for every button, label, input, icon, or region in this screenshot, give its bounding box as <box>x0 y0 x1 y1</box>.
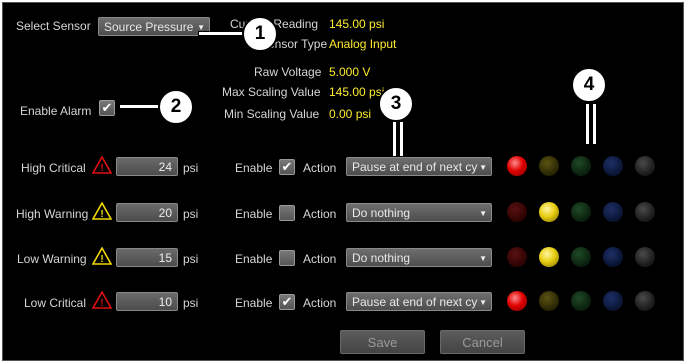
status-led <box>571 156 591 176</box>
enable-label: Enable <box>235 161 273 175</box>
threshold-input[interactable]: 24 <box>116 157 178 176</box>
action-label: Action <box>303 161 337 175</box>
enable-label: Enable <box>235 207 273 221</box>
status-led <box>539 202 559 222</box>
max-scaling-value: 145.00 psi <box>329 85 385 99</box>
enable-label: Enable <box>235 252 273 266</box>
raw-voltage-label: Raw Voltage <box>254 65 322 79</box>
enable-checkbox[interactable] <box>279 205 295 221</box>
sensor-type-value: Analog Input <box>329 37 397 51</box>
status-led <box>571 247 591 267</box>
row-label: High Critical <box>21 161 86 175</box>
status-led <box>539 156 559 176</box>
action-select-value: Pause at end of next cy <box>352 160 478 174</box>
action-select[interactable]: Do nothing ▼ <box>346 248 492 267</box>
unit-label: psi <box>183 207 199 221</box>
status-led <box>571 291 591 311</box>
action-label: Action <box>303 252 337 266</box>
status-led <box>603 156 623 176</box>
raw-voltage-value: 5.000 V <box>329 65 371 79</box>
action-label: Action <box>303 207 337 221</box>
sensor-select-value: Source Pressure <box>104 20 194 34</box>
callout-pointer <box>392 121 397 157</box>
callout-3: 3 <box>378 86 414 122</box>
status-led <box>635 156 655 176</box>
sensor-select[interactable]: Source Pressure ▼ <box>98 17 210 36</box>
callout-4: 4 <box>571 67 607 103</box>
status-led <box>635 247 655 267</box>
chevron-down-icon: ▼ <box>479 254 487 263</box>
checkmark-icon: ✔ <box>281 159 293 174</box>
status-led <box>603 291 623 311</box>
enable-checkbox[interactable]: ✔ <box>279 294 295 310</box>
current-reading-value: 145.00 psi <box>329 17 385 31</box>
action-label: Action <box>303 296 337 310</box>
status-led <box>507 202 527 222</box>
callout-1: 1 <box>242 16 278 52</box>
callout-pointer <box>119 104 161 109</box>
action-select[interactable]: Pause at end of next cy ▼ <box>346 292 492 311</box>
unit-label: psi <box>183 296 199 310</box>
unit-label: psi <box>183 161 199 175</box>
action-select[interactable]: Pause at end of next cy ▼ <box>346 157 492 176</box>
status-led <box>539 247 559 267</box>
enable-checkbox[interactable]: ✔ <box>279 159 295 175</box>
status-led <box>603 247 623 267</box>
chevron-down-icon: ▼ <box>479 209 487 218</box>
chevron-down-icon: ▼ <box>479 163 487 172</box>
cancel-button[interactable]: Cancel <box>440 330 525 354</box>
status-led <box>507 247 527 267</box>
enable-alarm-checkbox[interactable]: ✔ <box>99 100 115 116</box>
min-scaling-value: 0.00 psi <box>329 107 372 121</box>
status-led <box>507 156 527 176</box>
enable-checkbox[interactable] <box>279 250 295 266</box>
status-led <box>635 291 655 311</box>
chevron-down-icon: ▼ <box>479 298 487 307</box>
action-select-value: Do nothing <box>352 251 411 265</box>
status-led <box>507 291 527 311</box>
svg-text:!: ! <box>100 163 103 174</box>
svg-text:!: ! <box>100 298 103 309</box>
svg-text:!: ! <box>100 209 103 220</box>
warning-icon: ! <box>92 156 112 174</box>
max-scaling-label: Max Scaling Value <box>222 85 321 99</box>
status-led <box>635 202 655 222</box>
warning-icon: ! <box>92 202 112 220</box>
callout-pointer <box>399 121 404 157</box>
row-label: High Warning <box>16 207 89 221</box>
callout-pointer <box>198 31 244 36</box>
status-led <box>603 202 623 222</box>
callout-pointer <box>585 103 590 145</box>
sensor-alarm-panel: Select Sensor Source Pressure ▼ Current … <box>2 2 684 361</box>
select-sensor-label: Select Sensor <box>16 19 91 33</box>
unit-label: psi <box>183 252 199 266</box>
enable-alarm-label: Enable Alarm <box>20 104 92 118</box>
save-button[interactable]: Save <box>340 330 425 354</box>
checkmark-icon: ✔ <box>281 294 293 309</box>
status-led <box>571 202 591 222</box>
row-label: Low Warning <box>17 252 87 266</box>
row-label: Low Critical <box>24 296 87 310</box>
svg-text:!: ! <box>100 254 103 265</box>
min-scaling-label: Min Scaling Value <box>224 107 320 121</box>
status-led <box>539 291 559 311</box>
callout-2: 2 <box>158 89 194 125</box>
warning-icon: ! <box>92 291 112 309</box>
checkmark-icon: ✔ <box>101 100 113 115</box>
warning-icon: ! <box>92 247 112 265</box>
threshold-input[interactable]: 10 <box>116 292 178 311</box>
threshold-input[interactable]: 20 <box>116 203 178 222</box>
action-select[interactable]: Do nothing ▼ <box>346 203 492 222</box>
action-select-value: Do nothing <box>352 206 411 220</box>
callout-pointer <box>592 103 597 145</box>
action-select-value: Pause at end of next cy <box>352 295 478 309</box>
enable-label: Enable <box>235 296 273 310</box>
threshold-input[interactable]: 15 <box>116 248 178 267</box>
